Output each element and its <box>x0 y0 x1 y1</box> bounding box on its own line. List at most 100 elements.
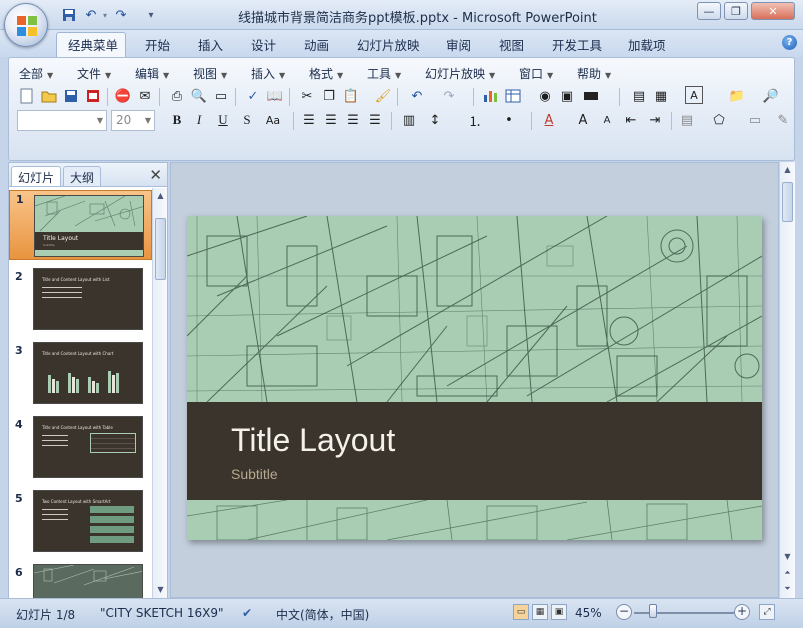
thumbnail-row[interactable]: 1 Title Layout Subtitle <box>9 190 152 260</box>
thumbnail-row[interactable]: 6 <box>9 564 152 598</box>
tab-review[interactable]: 审阅 <box>446 35 471 54</box>
line-spacing-icon[interactable]: ↕ <box>425 110 445 130</box>
justify-icon[interactable]: ☰ <box>365 110 385 130</box>
save-icon[interactable] <box>61 86 81 106</box>
previous-slide-icon[interactable]: ⏶ <box>781 566 794 580</box>
grow-font-icon[interactable]: A <box>573 110 593 130</box>
close-button[interactable]: ✕ <box>751 2 795 20</box>
tab-design[interactable]: 设计 <box>251 35 276 54</box>
spelling-icon[interactable]: ✓ <box>243 86 263 106</box>
bullets-icon[interactable]: • <box>499 110 519 130</box>
menu-file[interactable]: 文件 ▼ <box>77 65 111 82</box>
slide-preview-icon[interactable]: ▭ <box>211 86 231 106</box>
insert-table-icon[interactable] <box>503 86 523 106</box>
slide-subtitle[interactable]: Subtitle <box>231 466 278 482</box>
office-button[interactable] <box>4 3 48 47</box>
close-icon[interactable]: ✕ <box>149 166 162 184</box>
numbering-icon[interactable]: ⒈ <box>465 110 485 130</box>
change-case-button[interactable]: Aa <box>261 110 285 130</box>
bold-button[interactable]: B <box>167 110 187 130</box>
picture-icon[interactable]: ▣ <box>557 86 577 106</box>
increase-indent-icon[interactable]: ⇥ <box>645 110 665 130</box>
thumbnail-row[interactable]: 2 Title and Content Layout with List <box>9 268 152 338</box>
scroll-down-icon[interactable]: ▼ <box>781 550 794 564</box>
slide-sorter-button[interactable]: ▦ <box>532 604 548 620</box>
pdf-icon[interactable] <box>83 86 103 106</box>
menu-help[interactable]: 帮助 ▼ <box>577 65 611 82</box>
scroll-up-icon[interactable]: ▲ <box>154 189 167 203</box>
customize-toolbar-icon[interactable]: ▾ <box>142 6 160 24</box>
copy-icon[interactable]: ❐ <box>319 86 339 106</box>
permission-icon[interactable]: ⛔ <box>113 86 133 106</box>
underline-button[interactable]: U <box>213 110 233 130</box>
tab-animations[interactable]: 动画 <box>304 35 329 54</box>
thumbnail-slide-5[interactable]: Two Content Layout with SmartArt <box>33 490 143 552</box>
menu-window[interactable]: 窗口 ▼ <box>519 65 553 82</box>
thumbnail-slide-1[interactable]: Title Layout Subtitle <box>34 195 144 257</box>
save-icon[interactable] <box>60 6 78 24</box>
shrink-font-icon[interactable]: A <box>597 110 617 130</box>
spell-check-icon[interactable]: ✔ <box>242 606 252 620</box>
thumbnail-slide-4[interactable]: Title and Content Layout with Table <box>33 416 143 478</box>
arrange-icon[interactable]: ▤ <box>677 110 697 130</box>
align-right-icon[interactable]: ☰ <box>343 110 363 130</box>
menu-view[interactable]: 视图 ▼ <box>193 65 227 82</box>
tab-addins[interactable]: 加载项 <box>628 35 666 54</box>
slideshow-button[interactable]: ▣ <box>551 604 567 620</box>
shape-fill-icon[interactable] <box>581 86 601 106</box>
scrollbar-thumb[interactable] <box>155 218 166 280</box>
zoom-in-button[interactable]: + <box>734 604 750 620</box>
menu-format[interactable]: 格式 ▼ <box>309 65 343 82</box>
current-slide[interactable]: Title Layout Subtitle <box>187 216 762 540</box>
fit-to-window-button[interactable]: ⤢ <box>759 604 775 620</box>
layout-icon[interactable]: ▦ <box>651 86 671 106</box>
thumbnail-row[interactable]: 5 Two Content Layout with SmartArt <box>9 490 152 560</box>
italic-button[interactable]: I <box>189 110 209 130</box>
thumbnail-slide-3[interactable]: Title and Content Layout with Chart <box>33 342 143 404</box>
scrollbar-thumb[interactable] <box>782 182 793 222</box>
tab-home[interactable]: 开始 <box>145 35 170 54</box>
print-icon[interactable]: ⎙ <box>167 86 187 106</box>
menu-all[interactable]: 全部 ▼ <box>19 65 53 82</box>
tab-developer[interactable]: 开发工具 <box>552 35 602 54</box>
folder-icon[interactable]: 📁 <box>727 86 747 106</box>
redo-icon[interactable]: ↷ <box>439 86 459 106</box>
slide-scrollbar[interactable]: ▲ ▼ ⏶ ⏷ <box>779 162 795 598</box>
open-folder-icon[interactable] <box>39 86 59 106</box>
new-slide-icon[interactable]: ▤ <box>629 86 649 106</box>
menu-edit[interactable]: 编辑 ▼ <box>135 65 169 82</box>
thumbnail-slide-2[interactable]: Title and Content Layout with List <box>33 268 143 330</box>
decrease-indent-icon[interactable]: ⇤ <box>621 110 641 130</box>
shape-outline-icon[interactable]: ✎ <box>773 110 793 130</box>
tab-classic-menu[interactable]: 经典菜单 <box>68 35 118 54</box>
scroll-up-icon[interactable]: ▲ <box>781 163 794 177</box>
zoom-slider-thumb[interactable] <box>649 604 658 618</box>
tab-slideshow[interactable]: 幻灯片放映 <box>357 35 420 54</box>
new-file-icon[interactable] <box>17 86 37 106</box>
thumbnail-slide-6[interactable] <box>33 564 143 598</box>
zoom-out-button[interactable]: − <box>616 604 632 620</box>
thumbnail-row[interactable]: 3 Title and Content Layout with Chart <box>9 342 152 412</box>
tab-view[interactable]: 视图 <box>499 35 524 54</box>
normal-view-button[interactable]: ▭ <box>513 604 529 620</box>
zoom-level[interactable]: 45% <box>575 606 602 620</box>
research-icon[interactable]: 📖 <box>265 86 285 106</box>
slide-title[interactable]: Title Layout <box>231 422 395 459</box>
language-indicator[interactable]: 中文(简体，中国) <box>276 606 369 623</box>
thumbnails-scrollbar[interactable]: ▲ ▼ <box>152 188 167 598</box>
align-left-icon[interactable]: ☰ <box>299 110 319 130</box>
find-icon[interactable]: 🔎 <box>761 86 781 106</box>
insert-chart-icon[interactable] <box>481 86 501 106</box>
font-size-combo[interactable]: 20 ▼ <box>111 110 155 131</box>
cut-icon[interactable]: ✂ <box>297 86 317 106</box>
shadow-button[interactable]: S <box>237 110 257 130</box>
minimize-button[interactable]: — <box>697 2 721 20</box>
shapes-icon[interactable]: ⬠ <box>709 110 729 130</box>
columns-icon[interactable]: ▥ <box>399 110 419 130</box>
undo-icon[interactable]: ↶ <box>407 86 427 106</box>
redo-icon[interactable]: ↷ <box>112 6 130 24</box>
menu-slideshow[interactable]: 幻灯片放映 ▼ <box>425 65 495 82</box>
email-icon[interactable]: ✉ <box>135 86 155 106</box>
help-icon[interactable]: ? <box>782 35 797 50</box>
menu-insert[interactable]: 插入 ▼ <box>251 65 285 82</box>
